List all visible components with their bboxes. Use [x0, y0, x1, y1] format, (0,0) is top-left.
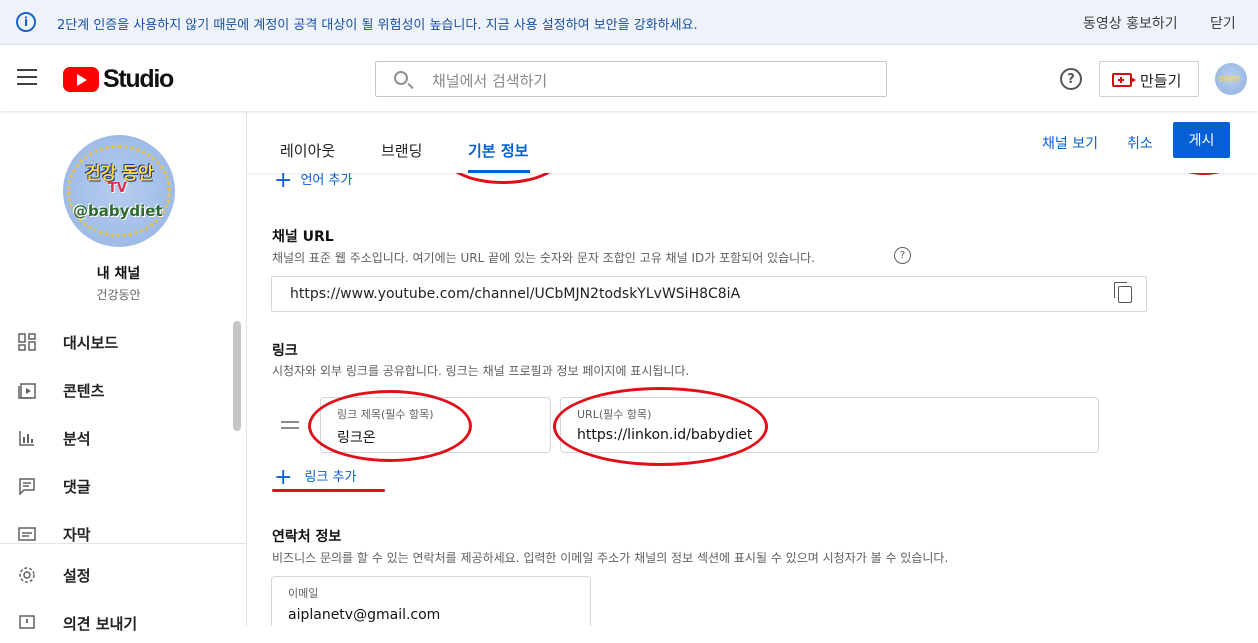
link-title-field[interactable]: 링크 제목(필수 항목) 링크온	[320, 397, 551, 453]
sidebar-item-label: 설정	[63, 567, 91, 585]
sidebar-item-label: 의견 보내기	[63, 615, 138, 633]
email-field[interactable]: 이메일 aiplanetv@gmail.com	[271, 576, 591, 626]
subtitles-icon	[18, 527, 36, 541]
drag-handle-icon[interactable]	[281, 421, 299, 429]
contact-description: 비즈니스 문의를 할 수 있는 연락처를 제공하세요. 입력한 이메일 주소가 …	[272, 551, 949, 565]
channel-url-field[interactable]: https://www.youtube.com/channel/UCbMJN2t…	[271, 276, 1147, 312]
tab-branding[interactable]: 브랜딩	[381, 140, 422, 161]
sidebar-item-dashboard[interactable]: 대시보드	[0, 322, 237, 362]
annotation-underline-add-link	[272, 489, 385, 492]
tab-basic-info[interactable]: 기본 정보	[468, 140, 528, 161]
sidebar-item-label: 대시보드	[63, 334, 119, 352]
email-value: aiplanetv@gmail.com	[288, 607, 441, 623]
studio-logo[interactable]: Studio	[63, 65, 174, 94]
create-label: 만들기	[1140, 72, 1182, 90]
sidebar-item-settings[interactable]: 설정	[0, 555, 237, 595]
analytics-icon	[19, 431, 34, 446]
help-icon[interactable]: ?	[1060, 68, 1082, 90]
youtube-play-icon	[63, 67, 99, 92]
dashboard-icon	[18, 333, 36, 351]
sidebar-item-label: 분석	[63, 430, 91, 448]
info-icon: i	[16, 12, 36, 32]
email-label: 이메일	[288, 587, 319, 600]
main-content: 레이아웃 브랜딩 기본 정보 채널 보기 취소 게시 + 언어 추가 채널 URL…	[247, 111, 1258, 626]
promote-video-link[interactable]: 동영상 홍보하기	[1083, 13, 1178, 33]
link-title-value: 링크온	[337, 430, 376, 446]
sidebar-item-label: 자막	[63, 526, 91, 544]
add-link-label: 링크 추가	[304, 470, 357, 485]
view-channel-link[interactable]: 채널 보기	[1042, 133, 1098, 153]
channel-url-description: 채널의 표준 웹 주소입니다. 여기에는 URL 끝에 있는 숫자와 문자 조합…	[272, 251, 816, 265]
link-title-label: 링크 제목(필수 항목)	[337, 408, 434, 421]
create-button[interactable]: 만들기	[1099, 61, 1199, 97]
publish-button[interactable]: 게시	[1173, 122, 1230, 158]
sidebar-divider	[0, 543, 246, 544]
content-icon	[18, 383, 36, 399]
tab-layout[interactable]: 레이아웃	[280, 140, 335, 161]
video-camera-icon	[1112, 73, 1136, 87]
contact-title: 연락처 정보	[272, 529, 342, 545]
link-url-value: https://linkon.id/babydiet	[577, 427, 753, 443]
comments-icon	[19, 478, 35, 495]
channel-avatar[interactable]: 건강 동안 TV @babydiet	[63, 135, 175, 247]
links-title: 링크	[272, 343, 298, 359]
avatar-text-line3: @babydiet	[73, 202, 163, 220]
links-description: 시청자와 외부 링크를 공유합니다. 링크는 채널 프로필과 정보 페이지에 표…	[272, 364, 690, 378]
channel-url-title: 채널 URL	[272, 229, 334, 245]
active-tab-indicator	[468, 170, 530, 173]
link-url-label: URL(필수 항목)	[577, 408, 652, 421]
customization-tabs: 레이아웃 브랜딩 기본 정보 채널 보기 취소 게시	[247, 111, 1258, 173]
account-avatar[interactable]: 건강동안	[1215, 63, 1247, 95]
settings-icon	[19, 567, 35, 583]
sidebar: 건강 동안 TV @babydiet 내 채널 건강동안 대시보드 콘텐츠 분석…	[0, 111, 247, 633]
sidebar-item-content[interactable]: 콘텐츠	[0, 370, 237, 410]
sidebar-item-label: 콘텐츠	[63, 382, 105, 400]
copy-icon[interactable]	[1114, 282, 1132, 303]
add-link-button[interactable]: + 링크 추가	[274, 465, 356, 490]
search-placeholder: 채널에서 검색하기	[432, 72, 548, 90]
link-url-field[interactable]: URL(필수 항목) https://linkon.id/babydiet	[560, 397, 1099, 453]
menu-icon[interactable]	[17, 69, 37, 85]
sidebar-item-feedback[interactable]: 의견 보내기	[0, 603, 237, 643]
sidebar-item-comments[interactable]: 댓글	[0, 466, 237, 506]
banner-message[interactable]: 2단계 인증을 사용하지 않기 때문에 계정이 공격 대상이 될 위험성이 높습…	[57, 14, 698, 33]
feedback-icon	[19, 615, 35, 629]
help-icon[interactable]: ?	[894, 247, 911, 264]
sidebar-item-analytics[interactable]: 분석	[0, 418, 237, 458]
sidebar-scrollbar[interactable]	[233, 321, 241, 431]
cancel-button[interactable]: 취소	[1127, 133, 1153, 153]
channel-title: 내 채널	[96, 266, 141, 282]
channel-url-value: https://www.youtube.com/channel/UCbMJN2t…	[290, 286, 741, 302]
top-header: Studio 채널에서 검색하기 ? 만들기 건강동안	[0, 45, 1258, 111]
logo-text: Studio	[103, 65, 174, 93]
add-language-label: 언어 추가	[300, 173, 353, 188]
search-icon	[394, 71, 408, 85]
security-banner: i 2단계 인증을 사용하지 않기 때문에 계정이 공격 대상이 될 위험성이 …	[0, 0, 1258, 45]
channel-name: 건강동안	[96, 288, 141, 302]
search-input[interactable]: 채널에서 검색하기	[375, 61, 887, 97]
banner-close-button[interactable]: 닫기	[1210, 13, 1236, 33]
sidebar-item-label: 댓글	[63, 478, 91, 496]
plus-icon: +	[274, 465, 293, 490]
avatar-text-line2: TV	[108, 181, 127, 196]
sidebar-item-subtitles[interactable]: 자막	[0, 514, 237, 554]
